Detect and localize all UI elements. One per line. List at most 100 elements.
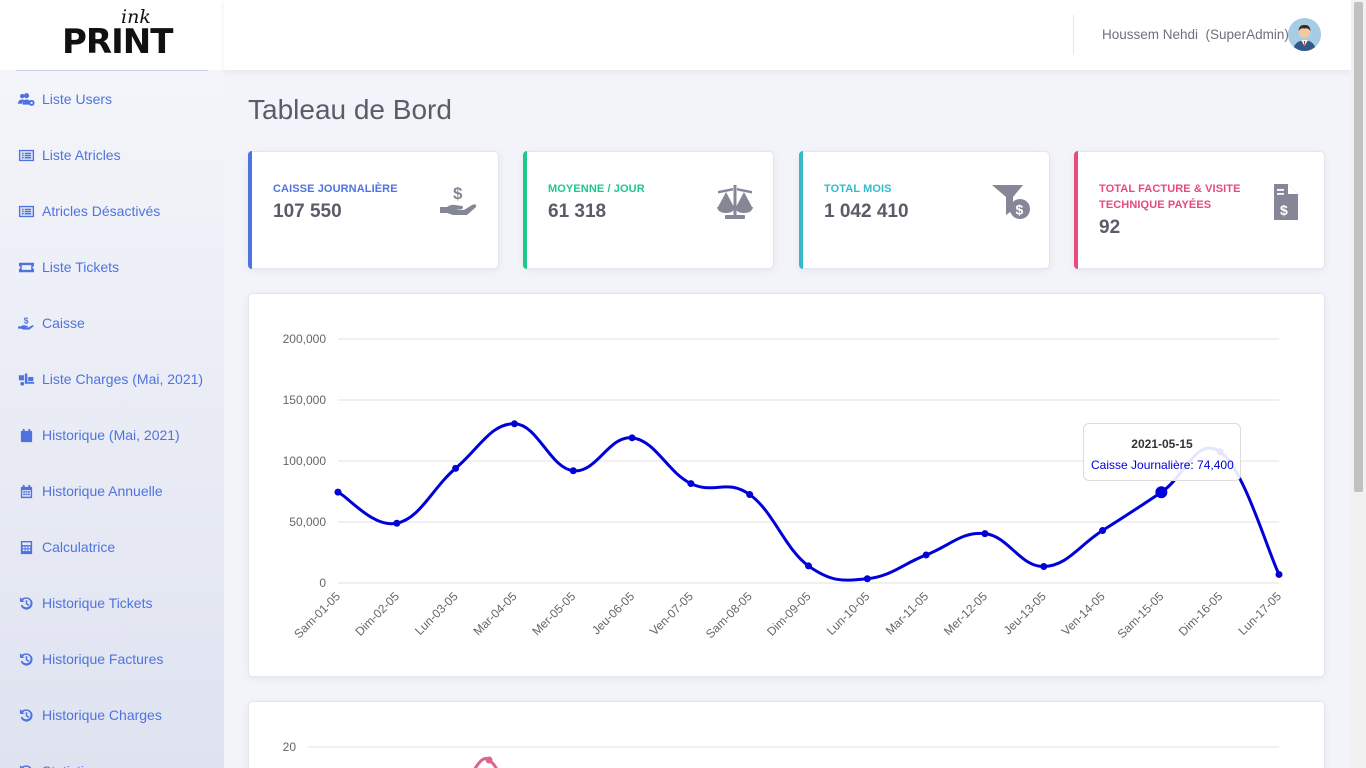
chart-x-tick-label: Sam-08-05 [703,589,755,641]
sidebar-item-6[interactable]: Liste Charges (Mai, 2021) [0,351,224,407]
sidebar-item-label: Liste Users [42,91,113,107]
history-icon [16,707,36,723]
chart-data-point [805,562,812,570]
sidebar-item-label: Historique (Mai, 2021) [42,427,180,443]
calendar-icon [16,427,36,443]
chart-tooltip-body: Caisse Journalière: 74,400 [1091,458,1234,472]
hand-dollar-icon: $ [16,315,36,331]
stat-card-1: CAISSE JOURNALIÈRE 107 550 $ [248,151,499,269]
second-line-chart[interactable]: 20 [249,702,1326,768]
sidebar-item-1[interactable]: Liste Users [0,71,224,127]
page-scrollbar[interactable] [1351,0,1366,768]
stat-card-2: MOYENNE / JOUR 61 318 [523,151,774,269]
list-alt-icon [16,147,36,163]
sidebar-item-label: Historique Annuelle [42,483,163,499]
chart-y-tick-label: 150,000 [283,393,327,407]
chart-x-tick-label: Mer-05-05 [529,589,578,638]
chart-x-tick-label: Dim-16-05 [1176,589,1226,639]
history-icon [16,595,36,611]
stat-card-label: CAISSE JOURNALIÈRE [273,183,398,195]
sidebar-item-3[interactable]: Atricles Désactivés [0,183,224,239]
users-cog-icon [16,91,36,107]
chart-y-tick-label: 50,000 [289,515,326,529]
chart-x-tick-label: Mer-12-05 [941,589,990,638]
sidebar-item-label: Atricles Désactivés [42,203,161,219]
topbar: Houssem Nehdi (SuperAdmin) [224,0,1351,70]
chart-x-tick-label: Ven-14-05 [1059,589,1108,638]
chart-x-tick-label: Sam-15-05 [1115,589,1167,641]
history-icon [16,763,36,768]
sidebar-item-label: Calculatrice [42,539,116,555]
stat-card-value: 1 042 410 [824,201,909,222]
chart-tooltip: 2021-05-15 Caisse Journalière: 74,400 [1083,423,1241,481]
brand-logo[interactable]: ink PRINT [0,0,224,70]
sidebar-item-10[interactable]: Historique Tickets [0,575,224,631]
chart-data-point [1155,486,1168,499]
chart-data-point [746,491,754,499]
chart-y-tick-label: 20 [283,740,297,754]
svg-text:$: $ [23,316,28,326]
chart-x-tick-label: Mar-04-05 [471,589,520,638]
chart-tooltip-title: 2021-05-15 [1131,437,1193,451]
funnel-dollar-icon: $ [991,182,1031,222]
sidebar-item-label: Liste Charges (Mai, 2021) [42,371,204,387]
history-icon [16,651,36,667]
chart-data-point [334,488,342,496]
sidebar-item-9[interactable]: Calculatrice [0,519,224,575]
chart-data-point [1099,527,1107,535]
sidebar-item-label: Historique Factures [42,651,164,667]
daily-cash-line-chart[interactable]: 050,000100,000150,000200,000Sam-01-05 Dim… [249,294,1326,678]
chart-data-point [687,480,695,488]
stat-card-accent [523,151,527,269]
user-name[interactable]: Houssem Nehdi (SuperAdmin) [1102,27,1289,42]
chart-x-tick-label: Dim-09-05 [764,589,814,639]
chart-x-tick-label: Mar-11-05 [883,589,932,638]
user-avatar[interactable] [1288,18,1321,51]
stat-card-4: TOTAL FACTURE & VISITE TECHNIQUE PAYÉES 9… [1074,151,1325,269]
chart-data-point [569,467,577,475]
chart-x-tick-label: Lun-10-05 [824,589,873,638]
sidebar-item-4[interactable]: Liste Tickets [0,239,224,295]
sidebar-item-8[interactable]: Historique Annuelle [0,463,224,519]
chart-x-tick-label: Jeu-13-05 [1001,589,1049,637]
chart-x-tick-label: Ven-07-05 [647,589,696,638]
stat-card-label: TOTAL FACTURE & VISITE TECHNIQUE PAYÉES [1099,183,1241,211]
stat-card-accent [1074,151,1078,269]
chart-data-point [510,420,518,428]
stat-card-3: TOTAL MOIS 1 042 410 $ [799,151,1050,269]
sidebar-item-label: Statistiques [42,763,114,768]
chart-data-point [922,551,930,559]
sidebar-item-13[interactable]: Statistiques [0,743,224,768]
stat-card-accent [248,151,252,269]
chart-y-tick-label: 100,000 [283,454,327,468]
sidebar-item-12[interactable]: Historique Charges [0,687,224,743]
chart-x-tick-label: Dim-02-05 [352,589,402,639]
file-invoice-dollar-icon: $ [1266,182,1306,222]
sidebar-item-7[interactable]: Historique (Mai, 2021) [0,407,224,463]
chart-y-tick-label: 0 [319,576,326,590]
daily-cash-chart-card: 0 50,000 100,000 150,000 200,000 Sam-01-05 Dim… [248,293,1325,677]
hand-dollar-icon: $ [440,182,480,222]
svg-text:$: $ [1280,202,1288,218]
chart-data-point [393,519,401,527]
chart-x-tick-label: Sam-01-05 [291,589,343,641]
sidebar-item-5[interactable]: $ Caisse [0,295,224,351]
sidebar-item-2[interactable]: Liste Atricles [0,127,224,183]
sidebar-item-label: Historique Charges [42,707,162,723]
svg-text:$: $ [453,184,463,203]
stat-card-label: TOTAL MOIS [824,183,892,195]
chart-data-point [1040,563,1048,571]
chart-x-tick-label: Lun-03-05 [412,589,461,638]
chart-data-point [981,530,989,538]
stat-card-value: 107 550 [273,201,342,222]
calendar-alt-icon [16,483,36,499]
list-alt-icon [16,203,36,219]
chart-data-point [485,756,493,764]
chart-data-point [1275,570,1283,578]
chart-x-tick-label: Lun-17-05 [1236,589,1285,638]
sidebar-item-11[interactable]: Historique Factures [0,631,224,687]
truck-loading-icon [16,371,36,387]
scrollbar-thumb[interactable] [1354,2,1363,492]
stat-card-label: MOYENNE / JOUR [548,183,645,195]
svg-text:$: $ [1016,202,1024,218]
